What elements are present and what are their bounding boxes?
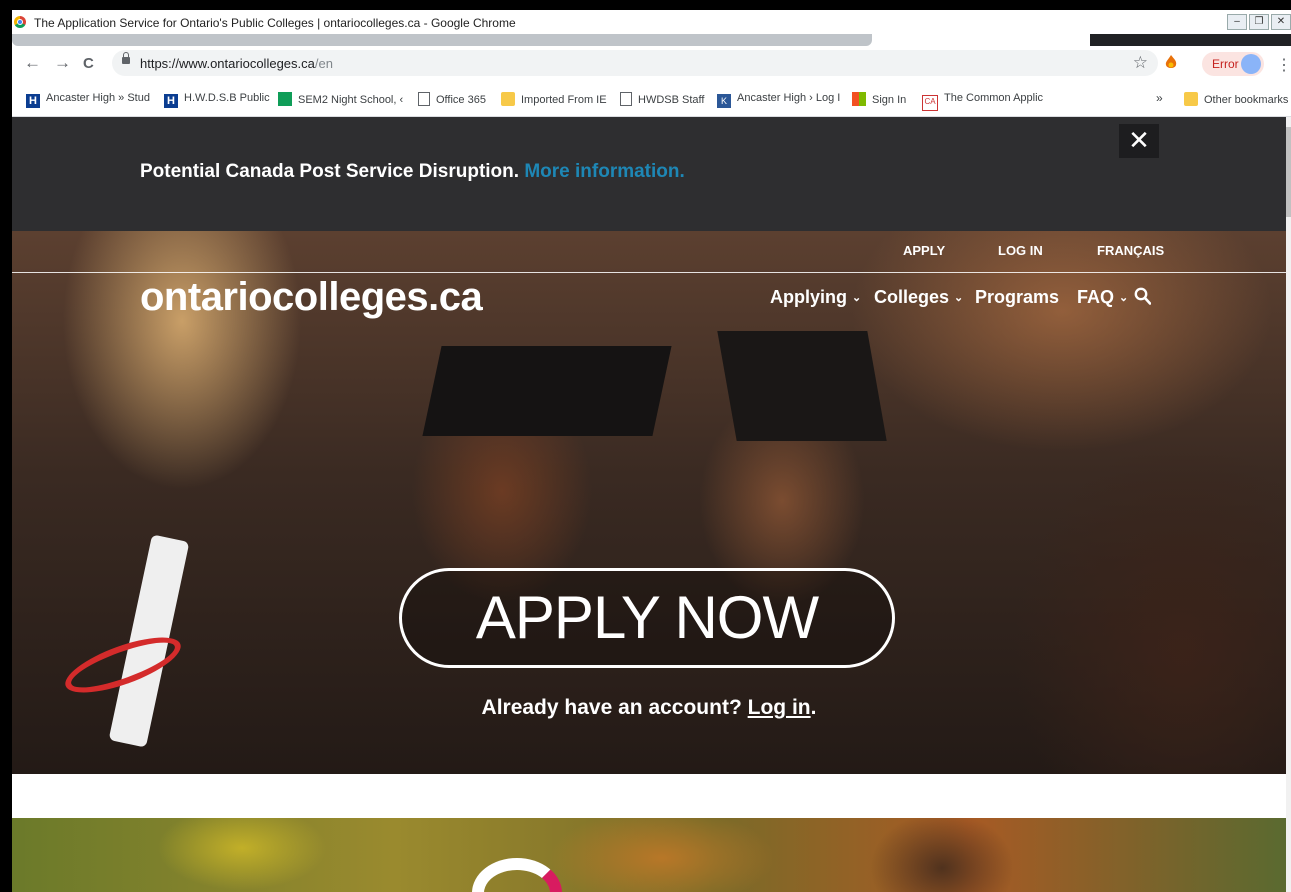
chrome-menu-icon[interactable]: ⋮	[1276, 55, 1291, 75]
bookmark-star-icon[interactable]: ☆	[1133, 53, 1148, 73]
account-end: .	[810, 696, 817, 719]
bookmark-label: Imported From IE	[521, 94, 607, 106]
hwdsb-icon: H	[164, 94, 178, 108]
nav-colleges[interactable]: Colleges ⌄	[874, 287, 963, 308]
folder-icon	[1184, 92, 1198, 106]
top-link-apply[interactable]: APPLY	[903, 243, 945, 258]
bookmark-label: Ancaster High › Log I	[737, 92, 841, 104]
bookmark-label: H.W.D.S.B Public	[184, 92, 270, 104]
page-icon	[620, 92, 632, 106]
bookmark-sign-in[interactable]: Sign In	[852, 92, 906, 106]
close-alert-button[interactable]: ✕	[1119, 124, 1159, 158]
bookmark-common-app[interactable]: CA The Common Applic	[922, 92, 1043, 111]
address-bar[interactable]: https://www.ontariocolleges.ca/en ☆	[112, 50, 1158, 76]
folder-icon	[501, 92, 515, 106]
bookmark-label: SEM2 Night School, ‹	[298, 94, 404, 106]
avatar-icon	[1241, 54, 1261, 74]
inactive-tabs[interactable]	[12, 34, 872, 46]
chevron-down-icon: ⌄	[1119, 292, 1129, 304]
bookmark-label: Sign In	[872, 94, 907, 106]
top-link-log-in[interactable]: LOG IN	[998, 243, 1043, 258]
bookmark-hwdsb-public[interactable]: H H.W.D.S.B Public	[164, 92, 270, 108]
window-controls: – ❐ ✕	[1227, 14, 1291, 30]
account-prompt: Already have an account? Log in.	[12, 696, 1286, 720]
chrome-icon	[14, 16, 26, 28]
nav-faq[interactable]: FAQ ⌄	[1077, 287, 1128, 308]
bookmark-hwdsb-staff[interactable]: HWDSB Staff	[620, 92, 704, 106]
bookmark-ancaster-high-log[interactable]: K Ancaster High › Log I	[717, 92, 840, 108]
bookmark-label: Office 365	[436, 94, 486, 106]
bookmark-sem2-night-school[interactable]: SEM2 Night School, ‹	[278, 92, 403, 106]
scrollbar-thumb[interactable]	[1286, 127, 1291, 217]
site-icon: K	[717, 94, 731, 108]
alert-text: Potential Canada Post Service Disruption…	[140, 161, 520, 182]
active-tab[interactable]	[1090, 34, 1291, 46]
bookmark-other[interactable]: Other bookmarks	[1184, 92, 1288, 106]
scrollbar[interactable]	[1286, 117, 1291, 892]
nav-applying[interactable]: Applying ⌄	[770, 287, 861, 308]
search-icon[interactable]	[1134, 287, 1151, 305]
chevron-down-icon: ⌄	[954, 292, 964, 304]
more-bookmarks-button[interactable]: »	[1156, 91, 1163, 105]
url-text[interactable]: https://www.ontariocolleges.ca/en	[140, 56, 333, 71]
apply-now-button[interactable]: APPLY NOW	[399, 568, 895, 668]
graduation-cap-shape	[717, 331, 887, 441]
profile-error-button[interactable]: Error	[1202, 52, 1264, 76]
bookmark-label: Ancaster High » Stud	[46, 92, 150, 104]
address-toolbar: ← → C https://www.ontariocolleges.ca/en …	[12, 46, 1291, 80]
hwdsb-icon: H	[26, 94, 40, 108]
bookmark-imported-from-ie[interactable]: Imported From IE	[501, 92, 607, 106]
bookmark-label: HWDSB Staff	[638, 94, 705, 106]
bookmark-ancaster-high-stud[interactable]: H Ancaster High » Stud	[26, 92, 150, 108]
close-window-button[interactable]: ✕	[1271, 14, 1291, 30]
back-button[interactable]: ←	[24, 53, 41, 73]
alert-banner: Potential Canada Post Service Disruption…	[12, 117, 1286, 231]
nav-label: FAQ	[1077, 287, 1115, 307]
hero-section: APPLY LOG IN FRANÇAIS ontariocolleges.ca…	[12, 231, 1286, 774]
url-path: /en	[314, 56, 333, 71]
common-app-icon: CA	[922, 95, 938, 111]
restore-button[interactable]: ❐	[1249, 14, 1269, 30]
forward-button[interactable]: →	[54, 53, 71, 73]
nav-label: Colleges	[874, 287, 950, 307]
bookmark-label: The Common Applic	[944, 92, 1044, 104]
tab-strip	[12, 34, 1291, 46]
microsoft-icon	[852, 92, 866, 106]
bookmark-office-365[interactable]: Office 365	[418, 92, 486, 106]
graduation-cap-shape	[422, 346, 672, 436]
alert-message: Potential Canada Post Service Disruption…	[140, 161, 685, 183]
reload-button[interactable]: C	[83, 55, 94, 72]
secondary-banner	[12, 818, 1286, 892]
browser-window: The Application Service for Ontario's Pu…	[12, 10, 1291, 892]
chevron-down-icon: ⌄	[852, 292, 862, 304]
error-label: Error	[1212, 57, 1239, 71]
lock-icon[interactable]	[122, 52, 130, 64]
nav-label: Programs	[975, 287, 1060, 307]
sheet-icon	[278, 92, 292, 106]
bookmark-label: Other bookmarks	[1204, 94, 1289, 106]
title-bar: The Application Service for Ontario's Pu…	[12, 10, 1291, 36]
extension-icon[interactable]	[1164, 54, 1178, 70]
header-divider	[12, 272, 1286, 273]
page-icon	[418, 92, 430, 106]
site-logo[interactable]: ontariocolleges.ca	[140, 275, 483, 320]
log-in-link[interactable]: Log in	[748, 696, 811, 719]
brand-mark-shape	[472, 858, 562, 892]
top-link-francais[interactable]: FRANÇAIS	[1097, 243, 1164, 258]
web-page: Potential Canada Post Service Disruption…	[12, 117, 1286, 892]
account-text: Already have an account?	[481, 696, 742, 719]
bookmarks-bar: H Ancaster High » Stud H H.W.D.S.B Public …	[12, 80, 1291, 117]
minimize-button[interactable]: –	[1227, 14, 1247, 30]
url-host: https://www.ontariocolleges.ca	[140, 56, 315, 71]
window-title: The Application Service for Ontario's Pu…	[34, 16, 516, 30]
nav-programs[interactable]: Programs	[975, 287, 1059, 308]
more-information-link[interactable]: More information.	[524, 161, 684, 182]
nav-label: Applying	[770, 287, 847, 307]
